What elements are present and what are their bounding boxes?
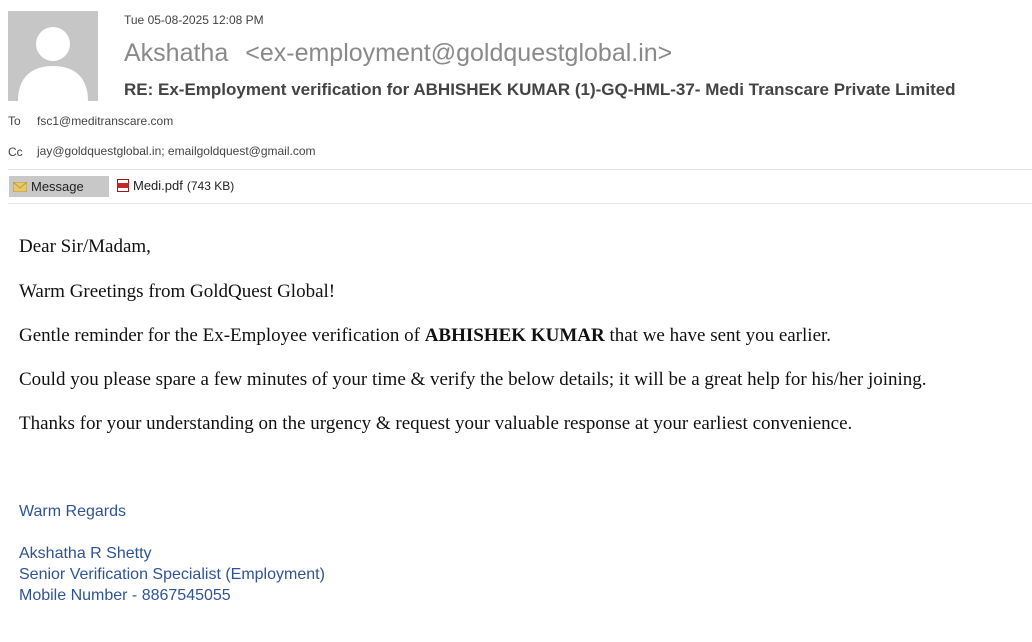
sender[interactable]: Akshatha <ex-employment@goldquestglobal.i… xyxy=(124,39,672,68)
signature-title: Senior Verification Specialist (Employme… xyxy=(19,566,325,583)
sender-name[interactable]: Akshatha xyxy=(124,39,228,67)
sent-date: Tue 05-08-2025 12:08 PM xyxy=(124,13,264,27)
cc-label: Cc xyxy=(8,145,23,159)
body-greeting: Dear Sir/Madam, xyxy=(19,236,151,257)
attachment-name: Medi.pdf xyxy=(133,178,183,193)
attachment-medi-pdf[interactable]: Medi.pdf (743 KB) xyxy=(117,178,234,193)
signature-name: Akshatha R Shetty xyxy=(19,545,152,562)
body-line-thanks: Thanks for your understanding on the urg… xyxy=(19,413,853,434)
reminder-text-start: Gentle reminder for the Ex-Employee veri… xyxy=(19,325,425,346)
sender-avatar xyxy=(8,11,98,101)
signature-closing: Warm Regards xyxy=(19,503,126,520)
body-line-reminder: Gentle reminder for the Ex-Employee veri… xyxy=(19,325,831,347)
sender-email[interactable]: <ex-employment@goldquestglobal.in> xyxy=(245,39,672,67)
candidate-name: ABHISHEK KUMAR xyxy=(424,325,605,346)
message-tab-label: Message xyxy=(31,179,84,194)
attachment-size: (743 KB) xyxy=(186,178,235,193)
email-reading-pane: Tue 05-08-2025 12:08 PM Akshatha <ex-empl… xyxy=(0,0,1032,642)
message-tab[interactable]: Message xyxy=(9,176,109,197)
to-label: To xyxy=(8,114,21,128)
email-subject: RE: Ex-Employment verification for ABHIS… xyxy=(124,80,956,99)
reminder-text-end: that we have sent you earlier. xyxy=(604,325,832,346)
to-recipients[interactable]: fsc1@meditranscare.com xyxy=(37,114,173,128)
signature-mobile: Mobile Number - 8867545055 xyxy=(19,587,231,604)
envelope-icon xyxy=(13,181,27,192)
header-divider xyxy=(8,169,1032,170)
cc-recipients[interactable]: jay@goldquestglobal.in; emailgoldquest@g… xyxy=(37,144,316,158)
default-person-icon xyxy=(8,11,98,101)
body-line-request: Could you please spare a few minutes of … xyxy=(19,369,927,390)
pdf-icon xyxy=(117,179,129,192)
attachments-divider xyxy=(8,203,1032,204)
body-line-greetings: Warm Greetings from GoldQuest Global! xyxy=(19,281,336,302)
